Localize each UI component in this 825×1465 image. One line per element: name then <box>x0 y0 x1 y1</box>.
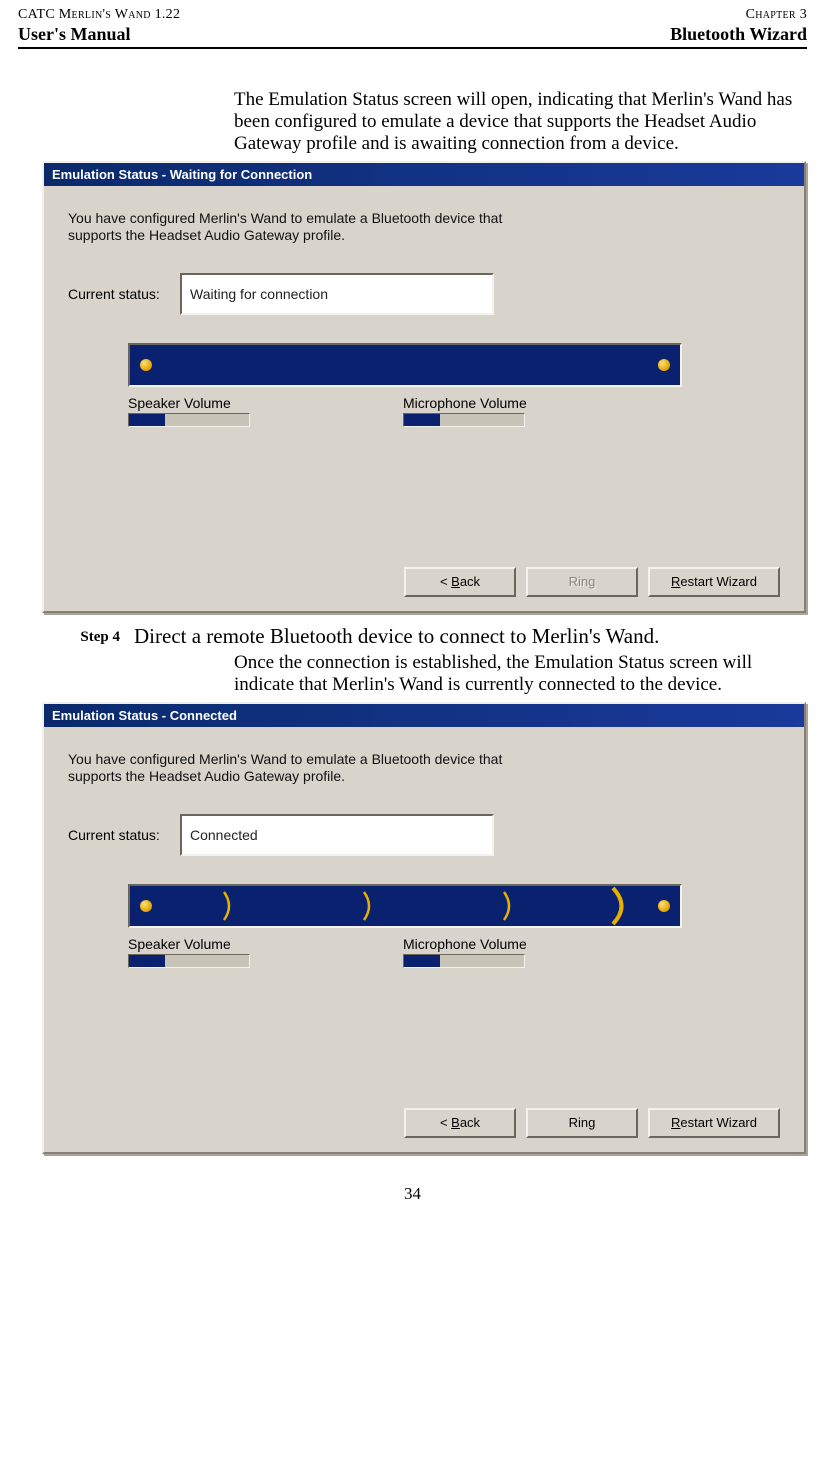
header-section: Bluetooth Wizard <box>670 24 807 45</box>
emulation-status-dialog-connected: Emulation Status - Connected You have co… <box>42 702 806 1154</box>
status-label: Current status: <box>68 827 180 843</box>
header-rule <box>18 47 807 49</box>
restart-wizard-button[interactable]: Restart Wizard <box>648 567 780 597</box>
microphone-volume-label: Microphone Volume <box>403 936 678 952</box>
left-node-icon <box>140 900 152 912</box>
restart-wizard-button[interactable]: Restart Wizard <box>648 1108 780 1138</box>
step-text: Direct a remote Bluetooth device to conn… <box>134 625 807 648</box>
microphone-volume-slider[interactable] <box>403 954 525 968</box>
step-label: Step 4 <box>18 625 134 648</box>
dialog-description: You have configured Merlin's Wand to emu… <box>68 210 528 245</box>
wave-icon <box>610 886 632 926</box>
wave-icon <box>500 886 522 926</box>
back-button[interactable]: < Back <box>404 567 516 597</box>
audio-visual-panel <box>128 343 682 387</box>
speaker-volume-slider[interactable] <box>128 954 250 968</box>
microphone-volume-slider[interactable] <box>403 413 525 427</box>
header-product: CATC Merlin's Wand 1.22 <box>18 6 180 24</box>
page-number: 34 <box>18 1184 807 1204</box>
speaker-volume-slider[interactable] <box>128 413 250 427</box>
intro-paragraph: The Emulation Status screen will open, i… <box>234 89 807 155</box>
dialog-description: You have configured Merlin's Wand to emu… <box>68 751 528 786</box>
right-node-icon <box>658 900 670 912</box>
speaker-volume-label: Speaker Volume <box>128 936 403 952</box>
right-node-icon <box>658 359 670 371</box>
back-button[interactable]: < Back <box>404 1108 516 1138</box>
wave-icon <box>360 886 382 926</box>
ring-button[interactable]: Ring <box>526 1108 638 1138</box>
left-node-icon <box>140 359 152 371</box>
emulation-status-dialog-waiting: Emulation Status - Waiting for Connectio… <box>42 161 806 613</box>
dialog-titlebar: Emulation Status - Connected <box>44 704 804 727</box>
wave-icon <box>220 886 242 926</box>
header-manual: User's Manual <box>18 24 131 45</box>
post-step-paragraph: Once the connection is established, the … <box>234 652 807 696</box>
audio-visual-panel <box>128 884 682 928</box>
header-chapter: Chapter 3 <box>746 6 807 24</box>
dialog-titlebar: Emulation Status - Waiting for Connectio… <box>44 163 804 186</box>
status-value-box: Connected <box>180 814 494 856</box>
speaker-volume-label: Speaker Volume <box>128 395 403 411</box>
status-label: Current status: <box>68 286 180 302</box>
microphone-volume-label: Microphone Volume <box>403 395 678 411</box>
status-value-box: Waiting for connection <box>180 273 494 315</box>
ring-button: Ring <box>526 567 638 597</box>
